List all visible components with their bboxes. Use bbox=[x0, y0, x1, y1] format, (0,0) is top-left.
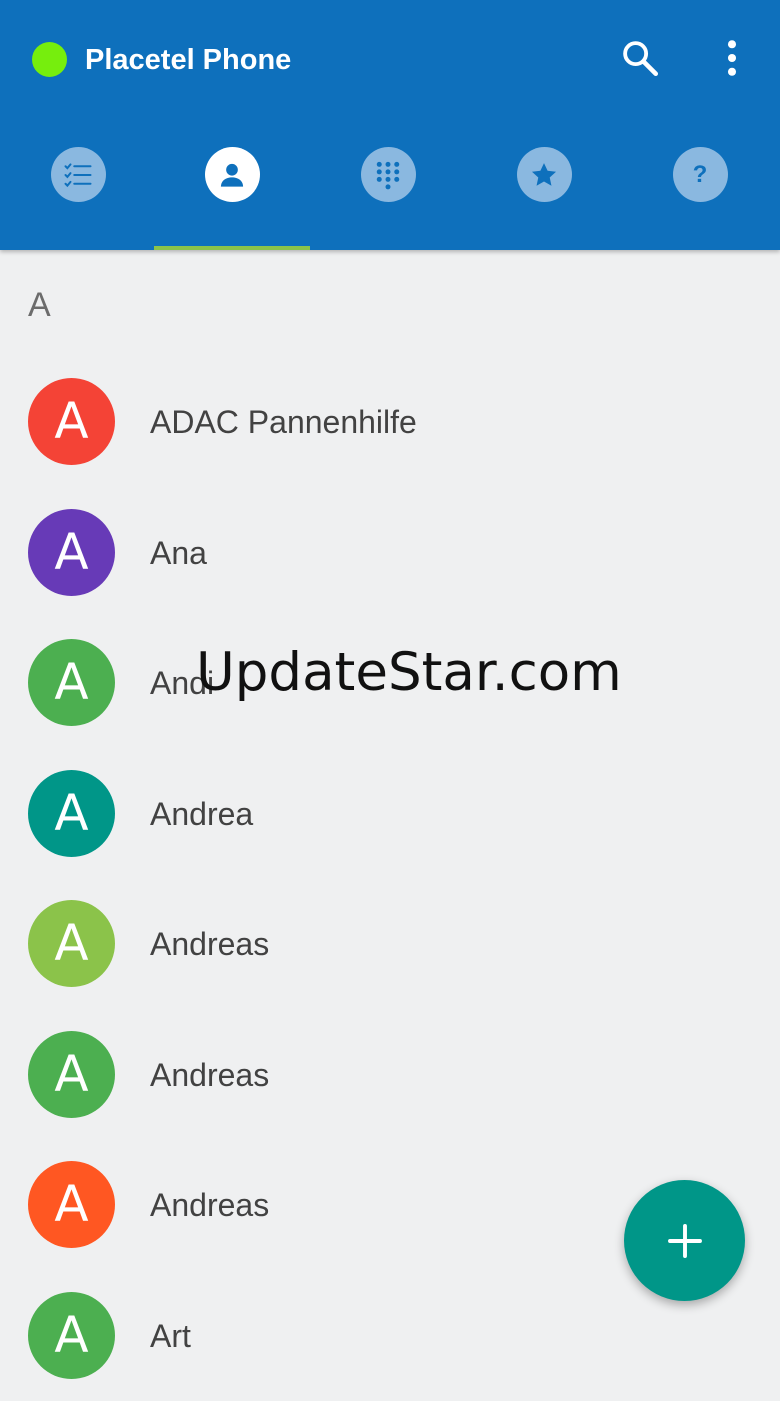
contact-avatar: A bbox=[28, 1031, 115, 1118]
contact-row[interactable]: A Ana bbox=[0, 488, 780, 619]
overflow-menu-button[interactable] bbox=[710, 36, 754, 80]
tab-contacts[interactable] bbox=[154, 120, 310, 250]
tab-call-log[interactable] bbox=[0, 120, 156, 250]
app-title: Placetel Phone bbox=[85, 40, 291, 80]
contact-avatar: A bbox=[28, 639, 115, 726]
tab-bar: ? bbox=[0, 120, 780, 250]
tab-favorites[interactable] bbox=[466, 120, 622, 250]
contact-avatar: A bbox=[28, 770, 115, 857]
add-contact-button[interactable] bbox=[624, 1180, 745, 1301]
tab-help-circle: ? bbox=[673, 147, 728, 202]
section-header: A bbox=[28, 282, 51, 328]
contact-name: Andrea bbox=[150, 792, 253, 836]
call-log-icon bbox=[63, 160, 93, 190]
contact-avatar: A bbox=[28, 509, 115, 596]
contact-name: Andreas bbox=[150, 922, 269, 966]
contact-row[interactable]: A ADAC Pannenhilfe bbox=[0, 357, 780, 488]
tab-favorites-circle bbox=[517, 147, 572, 202]
tab-dialpad[interactable] bbox=[310, 120, 466, 250]
tab-dialpad-circle bbox=[361, 147, 416, 202]
tab-help[interactable]: ? bbox=[622, 120, 778, 250]
active-tab-indicator bbox=[154, 246, 310, 250]
contact-row[interactable]: A Andreas bbox=[0, 1010, 780, 1141]
contact-name: Andreas bbox=[150, 1183, 269, 1227]
tab-contacts-circle bbox=[205, 147, 260, 202]
more-vert-icon bbox=[710, 36, 754, 80]
star-icon bbox=[530, 161, 558, 189]
search-button[interactable] bbox=[618, 36, 662, 80]
contact-avatar: A bbox=[28, 378, 115, 465]
help-icon: ? bbox=[693, 163, 708, 187]
watermark: UpdateStar.com bbox=[196, 643, 622, 703]
dialpad-icon bbox=[373, 160, 403, 190]
contact-avatar: A bbox=[28, 1292, 115, 1379]
contact-name: Ana bbox=[150, 531, 207, 575]
contacts-icon bbox=[218, 161, 246, 189]
contact-name: ADAC Pannenhilfe bbox=[150, 400, 417, 444]
tab-call-log-circle bbox=[51, 147, 106, 202]
contact-name: Andreas bbox=[150, 1053, 269, 1097]
search-icon bbox=[619, 37, 661, 79]
contact-row[interactable]: A Andreas bbox=[0, 879, 780, 1010]
status-indicator bbox=[32, 42, 67, 77]
plus-icon bbox=[667, 1223, 703, 1259]
contact-avatar: A bbox=[28, 1161, 115, 1248]
contact-row[interactable]: A Andrea bbox=[0, 749, 780, 880]
contact-avatar: A bbox=[28, 900, 115, 987]
app-bar: Placetel Phone bbox=[0, 0, 780, 250]
